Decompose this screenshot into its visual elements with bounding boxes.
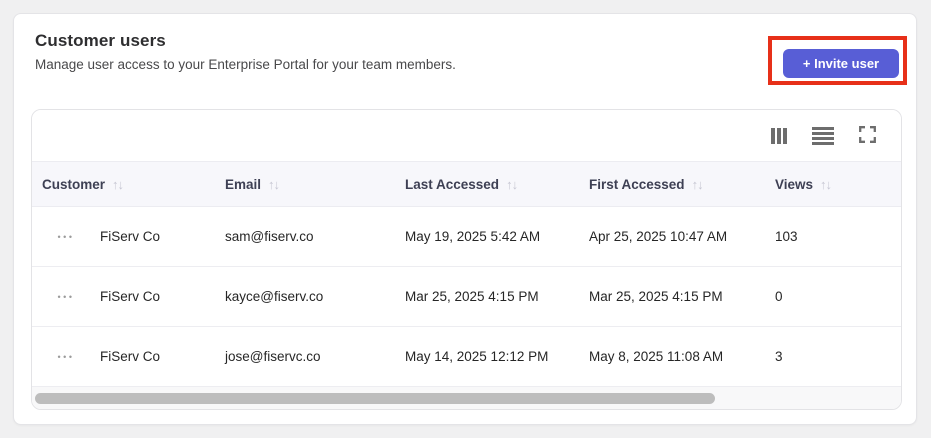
customer-users-card: Customer users Manage user access to you… <box>13 13 917 425</box>
sort-icon: ↑↓ <box>268 176 280 192</box>
views-cell: 103 <box>775 229 798 244</box>
density-button[interactable] <box>812 126 834 145</box>
last-accessed-cell: May 14, 2025 12:12 PM <box>405 349 549 364</box>
first-accessed-cell: May 8, 2025 11:08 AM <box>589 349 724 364</box>
fullscreen-button[interactable] <box>859 125 876 146</box>
table-header-row: Customer ↑↓ Email ↑↓ Last Accessed ↑↓ Fi… <box>32 161 901 207</box>
email-cell: sam@fiserv.co <box>225 229 314 244</box>
sort-icon: ↑↓ <box>506 176 518 192</box>
sort-icon: ↑↓ <box>691 176 704 192</box>
column-header-email[interactable]: Email ↑↓ <box>217 177 397 192</box>
customer-cell: FiServ Co <box>100 229 161 244</box>
column-header-label: First Accessed <box>589 176 685 192</box>
scrollbar-thumb[interactable] <box>35 392 715 404</box>
last-accessed-cell: May 19, 2025 5:42 AM <box>405 229 541 244</box>
email-cell: jose@fiservc.co <box>225 349 321 364</box>
column-header-customer[interactable]: Customer ↑↓ <box>32 177 217 192</box>
column-header-label: Last Accessed <box>405 176 500 192</box>
first-accessed-cell: Mar 25, 2025 4:15 PM <box>589 289 723 304</box>
column-header-views[interactable]: Views ↑↓ <box>767 177 901 192</box>
table-row: ••• FiServ Co jose@fiservc.co May 14, 20… <box>32 327 901 387</box>
highlight-box: + Invite user <box>768 36 907 85</box>
select-columns-button[interactable] <box>771 127 787 144</box>
invite-user-button[interactable]: + Invite user <box>783 49 899 78</box>
views-cell: 0 <box>775 289 783 304</box>
density-icon <box>812 126 834 145</box>
column-header-last-accessed[interactable]: Last Accessed ↑↓ <box>397 177 581 192</box>
column-header-first-accessed[interactable]: First Accessed ↑↓ <box>581 177 767 192</box>
column-header-label: Customer <box>42 176 106 192</box>
users-table: Customer ↑↓ Email ↑↓ Last Accessed ↑↓ Fi… <box>31 109 902 410</box>
row-menu-button[interactable]: ••• <box>32 226 100 248</box>
last-accessed-cell: Mar 25, 2025 4:15 PM <box>405 289 539 304</box>
page-title: Customer users <box>35 31 166 50</box>
email-cell: kayce@fiserv.co <box>225 289 324 304</box>
table-toolbar <box>32 110 901 161</box>
horizontal-scrollbar[interactable] <box>32 387 901 409</box>
table-row: ••• FiServ Co sam@fiserv.co May 19, 2025… <box>32 207 901 267</box>
customer-cell: FiServ Co <box>100 289 161 304</box>
views-cell: 3 <box>775 349 783 364</box>
sort-icon: ↑↓ <box>112 176 124 192</box>
row-menu-button[interactable]: ••• <box>32 286 100 308</box>
table-row: ••• FiServ Co kayce@fiserv.co Mar 25, 20… <box>32 267 901 327</box>
column-header-label: Email <box>225 176 262 192</box>
fullscreen-icon <box>859 125 876 146</box>
row-menu-button[interactable]: ••• <box>32 346 100 368</box>
page-subtitle: Manage user access to your Enterprise Po… <box>35 57 456 72</box>
columns-icon <box>771 127 787 144</box>
column-header-label: Views <box>775 176 814 192</box>
customer-cell: FiServ Co <box>100 349 161 364</box>
sort-icon: ↑↓ <box>820 176 832 192</box>
first-accessed-cell: Apr 25, 2025 10:47 AM <box>589 229 728 244</box>
